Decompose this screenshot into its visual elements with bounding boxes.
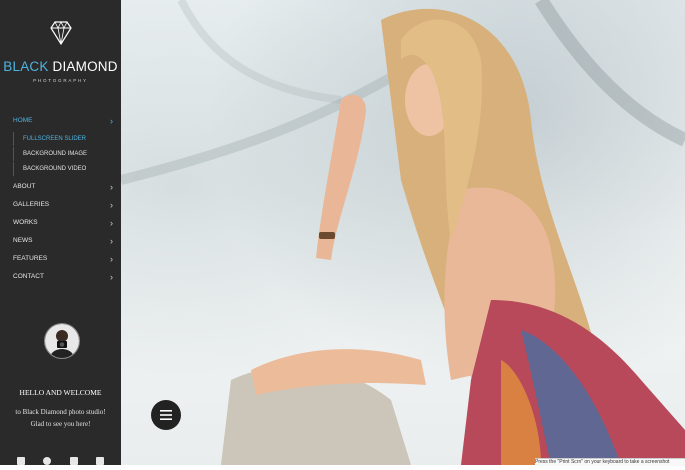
nav-item-label: HOME bbox=[13, 117, 33, 124]
chevron-right-icon: › bbox=[110, 116, 113, 126]
nav-item-about[interactable]: ABOUT › bbox=[13, 179, 113, 195]
chevron-right-icon: › bbox=[110, 218, 113, 228]
chevron-right-icon: › bbox=[110, 236, 113, 246]
social-links bbox=[0, 452, 121, 470]
nav-item-contact[interactable]: CONTACT › bbox=[13, 269, 113, 285]
chevron-right-icon: › bbox=[110, 272, 113, 282]
subnav-item-background-video[interactable]: BACKGROUND VIDEO bbox=[13, 162, 108, 176]
nav-item-label: ABOUT bbox=[13, 183, 36, 190]
welcome-line-2: Glad to see you here! bbox=[30, 420, 91, 428]
subnav-item-background-image[interactable]: BACKGROUND IMAGE bbox=[13, 147, 108, 161]
welcome-line-1: to Black Diamond photo studio! bbox=[15, 408, 106, 416]
brand-tagline: PHOTOGRAPHY bbox=[33, 78, 88, 83]
instagram-icon[interactable] bbox=[69, 457, 78, 465]
nav-item-label: NEWS bbox=[13, 237, 33, 244]
nav-item-label: GALLERIES bbox=[13, 201, 50, 208]
brand-part1: BLACK bbox=[3, 59, 49, 74]
welcome-text: to Black Diamond photo studio! Glad to s… bbox=[0, 406, 121, 430]
sidebar: BLACK DIAMOND PHOTOGRAPHY HOME › FULLSCR… bbox=[0, 0, 121, 465]
nav-item-home[interactable]: HOME › bbox=[13, 113, 113, 129]
chevron-right-icon: › bbox=[110, 200, 113, 210]
nav-item-features[interactable]: FEATURES › bbox=[13, 251, 113, 267]
brand-name[interactable]: BLACK DIAMOND bbox=[0, 59, 121, 74]
hamburger-icon bbox=[160, 410, 172, 420]
hero-slider bbox=[121, 0, 685, 465]
nav-item-label: CONTACT bbox=[13, 273, 44, 280]
logo[interactable] bbox=[0, 20, 121, 46]
menu-toggle-button[interactable] bbox=[151, 400, 181, 430]
avatar bbox=[44, 323, 80, 359]
nav-item-news[interactable]: NEWS › bbox=[13, 233, 113, 249]
chevron-right-icon: › bbox=[110, 254, 113, 264]
photographer-avatar-image bbox=[45, 324, 79, 358]
nav-item-galleries[interactable]: GALLERIES › bbox=[13, 197, 113, 213]
subnav-item-fullscreen-slider[interactable]: FULLSCREEN SLIDER bbox=[13, 132, 108, 146]
facebook-icon[interactable] bbox=[16, 457, 25, 465]
chevron-right-icon: › bbox=[110, 182, 113, 192]
brand-part2: DIAMOND bbox=[52, 59, 118, 74]
welcome-heading: HELLO AND WELCOME bbox=[19, 388, 102, 397]
nav-item-label: FEATURES bbox=[13, 255, 48, 262]
nav-item-works[interactable]: WORKS › bbox=[13, 215, 113, 231]
flickr-icon[interactable] bbox=[96, 457, 105, 465]
hero-photo bbox=[121, 0, 685, 465]
pinterest-icon[interactable] bbox=[43, 457, 52, 465]
diamond-icon bbox=[49, 21, 72, 46]
nav-item-label: WORKS bbox=[13, 219, 38, 226]
